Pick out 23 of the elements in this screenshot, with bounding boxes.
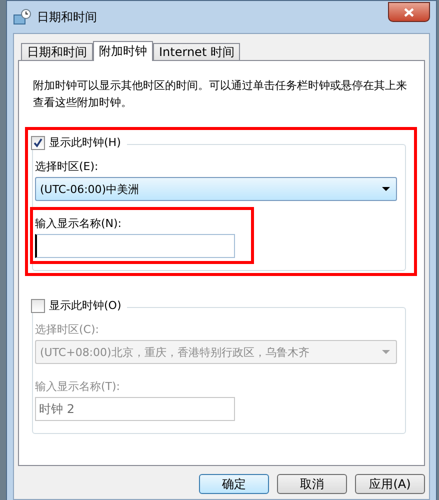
caret-icon <box>382 350 390 354</box>
clock-icon <box>13 9 31 25</box>
tab[interactable]: Internet 时间 <box>153 43 240 60</box>
show-clock-checkbox[interactable]: 显示此时钟(H) <box>31 135 127 150</box>
tab[interactable]: 日期和时间 <box>21 43 93 60</box>
close-icon <box>404 8 414 16</box>
checkbox-label: 显示此时钟(H) <box>49 135 121 150</box>
timezone-dropdown[interactable]: (UTC-06:00)中美洲 <box>35 177 397 201</box>
name-label: 输入显示名称(T): <box>35 379 122 394</box>
description-text: 附加时钟可以显示其他时区的时间。可以通过单击任务栏时钟或悬停在其上来查看这些附加时钟。 <box>33 78 408 111</box>
dialog-button[interactable]: 应用(A) <box>355 474 425 494</box>
name-label: 输入显示名称(N): <box>35 216 123 231</box>
tab[interactable]: 附加时钟 <box>93 41 153 61</box>
timezone-label: 选择时区(C): <box>35 322 100 337</box>
timezone-label: 选择时区(E): <box>35 159 100 174</box>
close-button[interactable] <box>388 2 430 22</box>
checkbox[interactable] <box>31 136 45 150</box>
name-input-field[interactable] <box>35 234 235 258</box>
window-title: 日期和时间 <box>37 8 98 26</box>
caret-icon <box>382 187 390 191</box>
checkbox-label: 显示此时钟(O) <box>49 298 122 313</box>
dialog-button[interactable]: 取消 <box>277 474 347 494</box>
dialog-button[interactable]: 确定 <box>199 474 269 494</box>
